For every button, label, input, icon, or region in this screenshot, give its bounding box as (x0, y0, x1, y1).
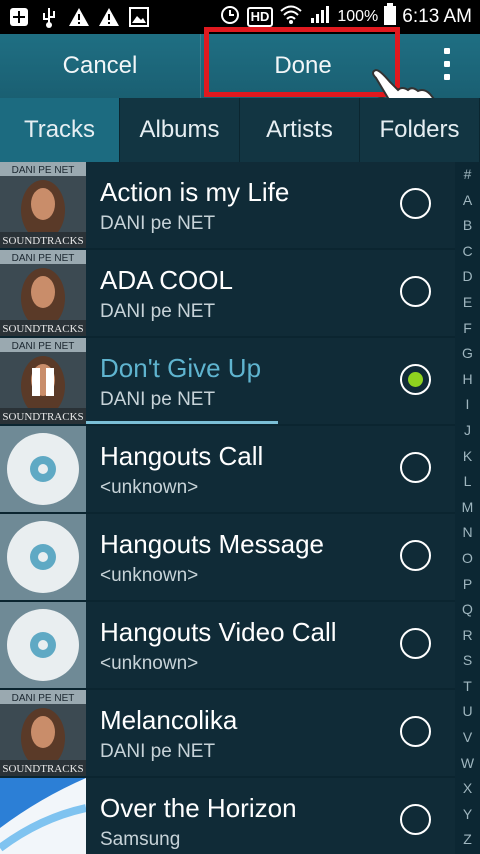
index-letter[interactable]: X (463, 776, 472, 802)
track-row[interactable]: Hangouts Video Call <unknown> (0, 602, 455, 690)
album-art (0, 514, 86, 600)
image-icon (128, 6, 150, 28)
album-art: DANI PE NET SOUNDTRACKS (0, 162, 86, 248)
index-letter[interactable]: T (463, 674, 472, 700)
select-radio[interactable] (400, 188, 431, 219)
track-title: ADA COOL (100, 265, 233, 295)
svg-text:DANI PE NET: DANI PE NET (12, 165, 75, 176)
index-letter[interactable]: C (462, 239, 472, 265)
track-row[interactable]: DANI PE NET SOUNDTRACKS Don't Give Up DANI … (0, 338, 455, 426)
index-letter[interactable]: G (462, 341, 473, 367)
svg-text:DANI PE NET: DANI PE NET (12, 341, 75, 352)
index-letter[interactable]: S (463, 648, 472, 674)
select-radio[interactable] (400, 628, 431, 659)
index-letter[interactable]: L (464, 469, 472, 495)
index-letter[interactable]: Z (463, 827, 472, 853)
index-letter[interactable]: Y (463, 802, 472, 828)
track-title: Don't Give Up (100, 353, 262, 383)
alphabet-index[interactable]: # A B C D E F G H I J K L M N O P Q R S T U V W X Y Z (455, 162, 480, 854)
track-artist: <unknown> (100, 477, 199, 498)
index-letter[interactable]: H (462, 367, 472, 393)
album-art: DANI PE NET SOUNDTRACKS (0, 250, 86, 336)
track-artist: <unknown> (100, 653, 199, 674)
track-artist: DANI pe NET (100, 213, 216, 234)
index-letter[interactable]: B (463, 213, 472, 239)
svg-text:SOUNDTRACKS: SOUNDTRACKS (2, 411, 83, 423)
index-letter[interactable]: N (462, 520, 472, 546)
index-letter[interactable]: F (463, 316, 472, 342)
svg-text:SOUNDTRACKS: SOUNDTRACKS (2, 763, 83, 775)
tab-bar: Tracks Albums Artists Folders (0, 98, 480, 162)
track-artist: Samsung (100, 829, 181, 850)
cancel-button[interactable]: Cancel (0, 34, 200, 98)
album-art: DANI PE NET SOUNDTRACKS (0, 690, 86, 776)
playback-progress (86, 421, 278, 424)
track-title: Over the Horizon (100, 793, 297, 823)
track-row[interactable]: DANI PE NET SOUNDTRACKS ADA COOL DANI pe NE… (0, 250, 455, 338)
usb-icon (38, 6, 60, 28)
warning-icon (68, 6, 90, 28)
select-radio[interactable] (400, 540, 431, 571)
svg-text:SOUNDTRACKS: SOUNDTRACKS (2, 323, 83, 335)
index-letter[interactable]: D (462, 264, 472, 290)
select-radio[interactable] (400, 276, 431, 307)
album-art (0, 778, 86, 854)
select-radio[interactable] (400, 716, 431, 747)
select-radio[interactable] (400, 364, 431, 395)
svg-text:SOUNDTRACKS: SOUNDTRACKS (2, 235, 83, 247)
index-letter[interactable]: I (466, 392, 470, 418)
select-radio[interactable] (400, 452, 431, 483)
index-letter[interactable]: W (461, 751, 474, 777)
album-art: DANI PE NET SOUNDTRACKS (0, 338, 86, 424)
hd-badge: HD (246, 7, 274, 27)
index-letter[interactable]: Q (462, 597, 473, 623)
clock: 6:13 AM (402, 6, 472, 27)
index-letter[interactable]: A (463, 188, 472, 214)
track-row[interactable]: Hangouts Call <unknown> (0, 426, 455, 514)
select-radio[interactable] (400, 804, 431, 835)
track-artist: DANI pe NET (100, 301, 216, 322)
track-row[interactable]: DANI PE NET SOUNDTRACKS Action is my Life D… (0, 162, 455, 250)
track-artist: <unknown> (100, 565, 199, 586)
track-title: Hangouts Message (100, 529, 325, 559)
svg-text:DANI PE NET: DANI PE NET (12, 693, 75, 704)
svg-text:DANI PE NET: DANI PE NET (12, 253, 75, 264)
index-letter[interactable]: J (464, 418, 471, 444)
index-letter[interactable]: U (462, 699, 472, 725)
album-art (0, 602, 86, 688)
track-list[interactable]: DANI PE NET SOUNDTRACKS Action is my Life D… (0, 162, 455, 854)
tab-albums[interactable]: Albums (120, 98, 240, 162)
track-title: Melancolika (100, 705, 238, 735)
index-letter[interactable]: M (462, 495, 474, 521)
track-row[interactable]: Over the Horizon Samsung (0, 778, 455, 854)
track-artist: DANI pe NET (100, 741, 216, 762)
track-artist: DANI pe NET (100, 389, 216, 410)
track-title: Hangouts Call (100, 441, 264, 471)
battery-percent: 100% (337, 8, 379, 25)
track-title: Action is my Life (100, 177, 290, 207)
index-letter[interactable]: V (463, 725, 472, 751)
add-icon (8, 6, 30, 28)
track-row[interactable]: DANI PE NET SOUNDTRACKS Melancolika DANI pe… (0, 690, 455, 778)
warning-icon (98, 6, 120, 28)
track-title: Hangouts Video Call (100, 617, 337, 647)
index-letter[interactable]: # (464, 162, 472, 188)
index-letter[interactable]: E (463, 290, 472, 316)
index-letter[interactable]: O (462, 546, 473, 572)
tab-artists[interactable]: Artists (240, 98, 360, 162)
index-letter[interactable]: K (463, 444, 472, 470)
tab-folders[interactable]: Folders (360, 98, 480, 162)
tab-tracks[interactable]: Tracks (0, 98, 120, 162)
track-row[interactable]: Hangouts Message <unknown> (0, 514, 455, 602)
index-letter[interactable]: P (463, 572, 472, 598)
index-letter[interactable]: R (462, 623, 472, 649)
album-art (0, 426, 86, 512)
pause-icon[interactable] (32, 368, 54, 396)
